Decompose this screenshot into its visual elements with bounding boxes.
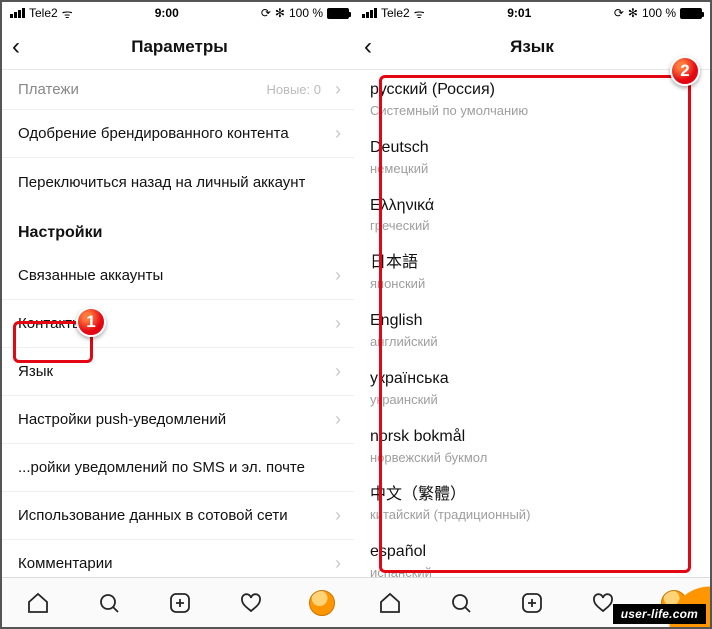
phone-settings: Tele2 ᯤ 9:00 ⟳ ✻ 100 % ‹ Параметры Плате…	[2, 2, 358, 627]
bluetooth-icon: ✻	[275, 6, 285, 20]
chevron-right-icon: ›	[335, 409, 341, 430]
list-item-language[interactable]: Язык ›	[2, 348, 357, 396]
row-label: Переключиться назад на личный аккаунт	[18, 174, 305, 191]
chevron-right-icon: ›	[335, 553, 341, 574]
row-label: ...ройки уведомлений по SMS и эл. почте	[18, 459, 305, 476]
signal-icon	[362, 8, 377, 18]
language-name: русский (Россия)	[370, 80, 694, 101]
language-list[interactable]: русский (Россия) Системный по умолчанию De…	[354, 70, 710, 577]
row-label: Контакты	[18, 315, 83, 332]
language-name: 中文（繁體）	[370, 485, 694, 506]
language-subtitle: немецкий	[370, 161, 694, 176]
row-label: Комментарии	[18, 555, 112, 572]
language-option[interactable]: русский (Россия) Системный по умолчанию	[354, 70, 710, 128]
page-title: Параметры	[131, 37, 228, 57]
row-label: Язык	[18, 363, 53, 380]
back-button[interactable]: ‹	[12, 33, 20, 61]
language-name: українська	[370, 369, 694, 390]
language-subtitle: Системный по умолчанию	[370, 103, 694, 118]
language-option[interactable]: Deutsch немецкий	[354, 128, 710, 186]
status-time: 9:00	[155, 6, 179, 20]
settings-list[interactable]: Платежи Новые: 0 › Одобрение брендирован…	[2, 70, 357, 577]
carrier-label: Tele2	[381, 6, 410, 20]
status-bar: Tele2 ᯤ 9:00 ⟳ ✻ 100 %	[2, 2, 357, 24]
list-item[interactable]: Комментарии ›	[2, 540, 357, 577]
add-post-icon[interactable]	[518, 589, 546, 617]
carrier-label: Tele2	[29, 6, 58, 20]
list-item[interactable]: Контакты ›	[2, 300, 357, 348]
list-item[interactable]: Настройки push-уведомлений ›	[2, 396, 357, 444]
section-header: Настройки	[2, 206, 357, 252]
language-subtitle: китайский (традиционный)	[370, 507, 694, 522]
row-label: Одобрение брендированного контента	[18, 125, 289, 142]
language-subtitle: японский	[370, 276, 694, 291]
row-label: Платежи	[18, 81, 79, 98]
list-item[interactable]: Одобрение брендированного контента ›	[2, 110, 357, 158]
row-label: Использование данных в сотовой сети	[18, 507, 288, 524]
phone-language: Tele2 ᯤ 9:01 ⟳ ✻ 100 % ‹ Язык русский (Р…	[354, 2, 710, 627]
tab-bar	[2, 577, 357, 627]
chevron-right-icon: ›	[335, 505, 341, 526]
wifi-icon: ᯤ	[62, 5, 73, 22]
home-icon[interactable]	[24, 589, 52, 617]
language-subtitle: украинский	[370, 392, 694, 407]
chevron-right-icon: ›	[335, 361, 341, 382]
status-bar: Tele2 ᯤ 9:01 ⟳ ✻ 100 %	[354, 2, 710, 24]
profile-avatar[interactable]	[308, 589, 336, 617]
bluetooth-icon: ✻	[628, 6, 638, 20]
heart-icon[interactable]	[237, 589, 265, 617]
language-option[interactable]: 中文（繁體）китайский (традиционный)	[354, 475, 710, 533]
home-icon[interactable]	[376, 589, 404, 617]
status-time: 9:01	[507, 6, 531, 20]
language-subtitle: норвежский букмол	[370, 450, 694, 465]
language-option[interactable]: norsk bokmål норвежский букмол	[354, 417, 710, 475]
language-name: español	[370, 542, 694, 563]
list-item[interactable]: Связанные аккаунты ›	[2, 252, 357, 300]
list-item[interactable]: ...ройки уведомлений по SMS и эл. почте	[2, 444, 357, 492]
language-subtitle: греческий	[370, 218, 694, 233]
nav-bar: ‹ Язык	[354, 24, 710, 70]
language-option[interactable]: 日本語 японский	[354, 243, 710, 301]
row-label: Связанные аккаунты	[18, 267, 163, 284]
battery-icon	[680, 8, 702, 19]
list-item[interactable]: Использование данных в сотовой сети ›	[2, 492, 357, 540]
language-name: norsk bokmål	[370, 427, 694, 448]
language-option[interactable]: українська украинский	[354, 359, 710, 417]
search-icon[interactable]	[447, 589, 475, 617]
language-subtitle: испанский	[370, 565, 694, 577]
language-name: English	[370, 311, 694, 332]
language-name: 日本語	[370, 253, 694, 274]
language-name: Deutsch	[370, 138, 694, 159]
orientation-lock-icon: ⟳	[261, 6, 271, 20]
add-post-icon[interactable]	[166, 589, 194, 617]
back-button[interactable]: ‹	[364, 33, 372, 61]
page-title: Язык	[510, 37, 554, 57]
row-label: Настройки push-уведомлений	[18, 411, 226, 428]
battery-icon	[327, 8, 349, 19]
language-option[interactable]: English английский	[354, 301, 710, 359]
language-name: Ελληνικά	[370, 196, 694, 217]
chevron-right-icon: ›	[335, 313, 341, 334]
signal-icon	[10, 8, 25, 18]
language-subtitle: английский	[370, 334, 694, 349]
list-item[interactable]: Переключиться назад на личный аккаунт	[2, 158, 357, 206]
chevron-right-icon: ›	[335, 123, 341, 144]
orientation-lock-icon: ⟳	[614, 6, 624, 20]
wifi-icon: ᯤ	[414, 5, 425, 22]
nav-bar: ‹ Параметры	[2, 24, 357, 70]
battery-label: 100 %	[642, 6, 676, 20]
battery-label: 100 %	[289, 6, 323, 20]
language-option[interactable]: español испанский	[354, 532, 710, 577]
chevron-right-icon: ›	[335, 79, 341, 100]
watermark: user-life.com	[613, 604, 706, 624]
search-icon[interactable]	[95, 589, 123, 617]
list-item[interactable]: Платежи Новые: 0 ›	[2, 70, 357, 110]
language-option[interactable]: Ελληνικάгреческий	[354, 186, 710, 244]
row-meta: Новые: 0	[266, 82, 321, 97]
chevron-right-icon: ›	[335, 265, 341, 286]
